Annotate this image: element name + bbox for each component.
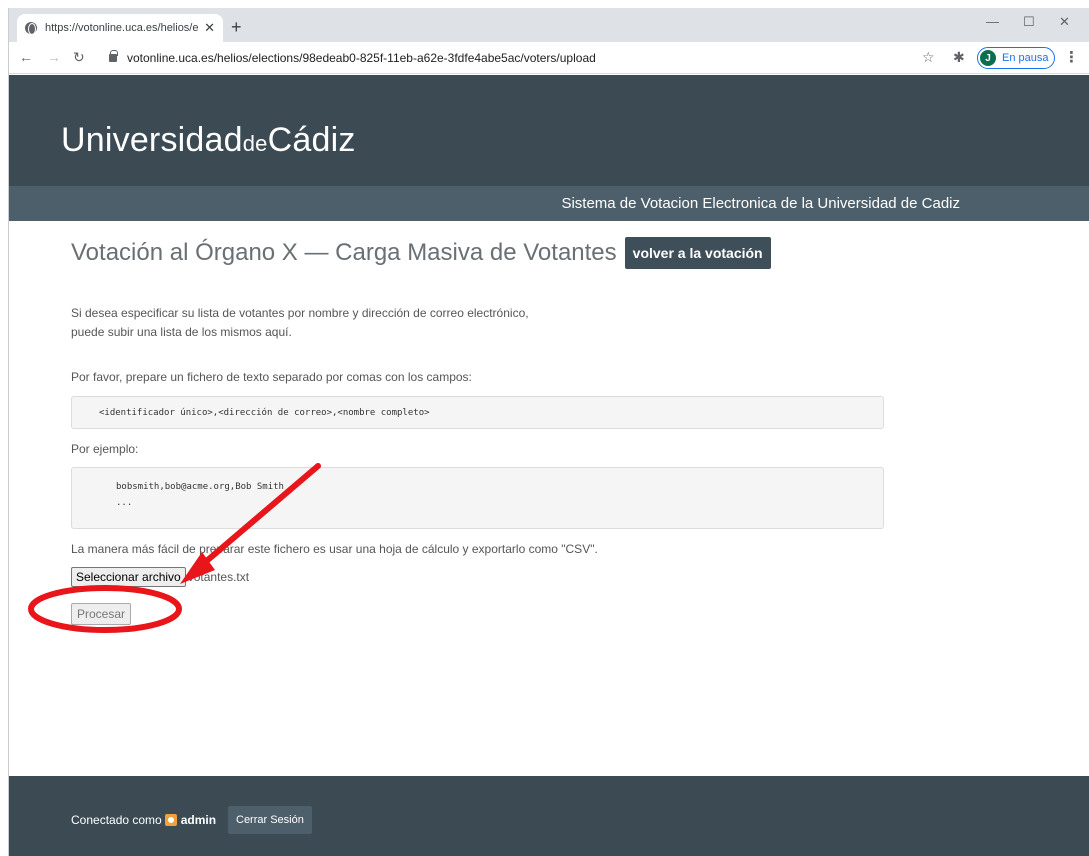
connected-as-label: Conectado como xyxy=(71,813,162,827)
lock-icon xyxy=(109,50,118,62)
process-button[interactable]: Procesar xyxy=(71,603,132,625)
page: UniversidaddeCádiz Sistema de Votacion E… xyxy=(9,75,1089,856)
back-to-election-button[interactable]: volver a la votación xyxy=(624,237,771,269)
system-title: Sistema de Votacion Electronica de la Un… xyxy=(561,195,960,212)
avatar: J xyxy=(980,50,996,66)
intro-text: Si desea especificar su lista de votante… xyxy=(71,304,529,342)
username: admin xyxy=(180,813,217,827)
example-line-2: ... xyxy=(116,498,133,508)
instructions-text: Por favor, prepare un fichero de texto s… xyxy=(71,370,472,384)
logo-text-1: Universidad xyxy=(61,121,243,159)
tab-title: https://votonline.uca.es/helios/el xyxy=(45,22,199,34)
intro-line-2: puede subir una lista de los mismos aquí… xyxy=(71,325,292,339)
minimize-icon[interactable]: — xyxy=(986,14,999,29)
menu-icon[interactable]: ⋮ xyxy=(1064,48,1079,66)
site-header: UniversidaddeCádiz xyxy=(9,75,1089,186)
maximize-icon[interactable]: ☐ xyxy=(1023,14,1035,30)
site-subheader: Sistema de Votacion Electronica de la Un… xyxy=(9,186,1089,221)
puzzle-icon[interactable]: ✱ xyxy=(953,49,965,66)
url-text: votonline.uca.es/helios/elections/98edea… xyxy=(127,51,596,65)
browser-window: https://votonline.uca.es/helios/el ✕ + —… xyxy=(8,8,1089,856)
profile-status: En pausa xyxy=(1002,52,1049,64)
logo-text-3: Cádiz xyxy=(267,121,356,159)
file-name: votantes.txt xyxy=(187,570,250,584)
site-logo[interactable]: UniversidaddeCádiz xyxy=(61,121,356,160)
site-footer: Conectado como admin Cerrar Sesión xyxy=(9,776,1089,856)
example-line-1: bobsmith,bob@acme.org,Bob Smith xyxy=(116,482,284,492)
globe-icon xyxy=(25,22,37,35)
format-code-text: <identificador único>,<dirección de corr… xyxy=(99,408,430,418)
reload-icon[interactable]: ↻ xyxy=(73,49,85,66)
close-window-icon[interactable]: ✕ xyxy=(1059,14,1070,30)
user-icon xyxy=(164,814,177,826)
logo-text-2: de xyxy=(242,131,268,156)
page-title: Votación al Órgano X — Carga Masiva de V… xyxy=(71,239,617,266)
connected-as: Conectado como admin xyxy=(71,813,216,827)
back-icon[interactable]: ← xyxy=(19,49,33,65)
star-icon[interactable]: ☆ xyxy=(922,49,935,66)
intro-line-1: Si desea especificar su lista de votante… xyxy=(71,306,529,320)
select-file-button[interactable]: Seleccionar archivo xyxy=(71,567,186,587)
forward-icon[interactable]: → xyxy=(47,49,61,65)
browser-tab[interactable]: https://votonline.uca.es/helios/el ✕ xyxy=(17,14,223,42)
title-row: Votación al Órgano X — Carga Masiva de V… xyxy=(71,237,771,269)
browser-toolbar: ← → ↻ votonline.uca.es/helios/elections/… xyxy=(9,42,1089,74)
profile-button[interactable]: J En pausa xyxy=(977,47,1056,69)
address-bar[interactable]: votonline.uca.es/helios/elections/98edea… xyxy=(105,46,905,70)
plus-icon[interactable]: + xyxy=(231,17,242,38)
format-code-block: <identificador único>,<dirección de corr… xyxy=(71,396,884,429)
example-label: Por ejemplo: xyxy=(71,442,139,456)
close-tab-icon[interactable]: ✕ xyxy=(204,20,215,36)
logout-button[interactable]: Cerrar Sesión xyxy=(228,806,312,834)
csv-hint: La manera más fácil de preparar este fic… xyxy=(71,542,598,556)
file-input: Seleccionar archivo votantes.txt xyxy=(71,567,249,587)
tab-bar: https://votonline.uca.es/helios/el ✕ + —… xyxy=(9,8,1089,42)
example-code-block: bobsmith,bob@acme.org,Bob Smith ... xyxy=(71,467,884,529)
